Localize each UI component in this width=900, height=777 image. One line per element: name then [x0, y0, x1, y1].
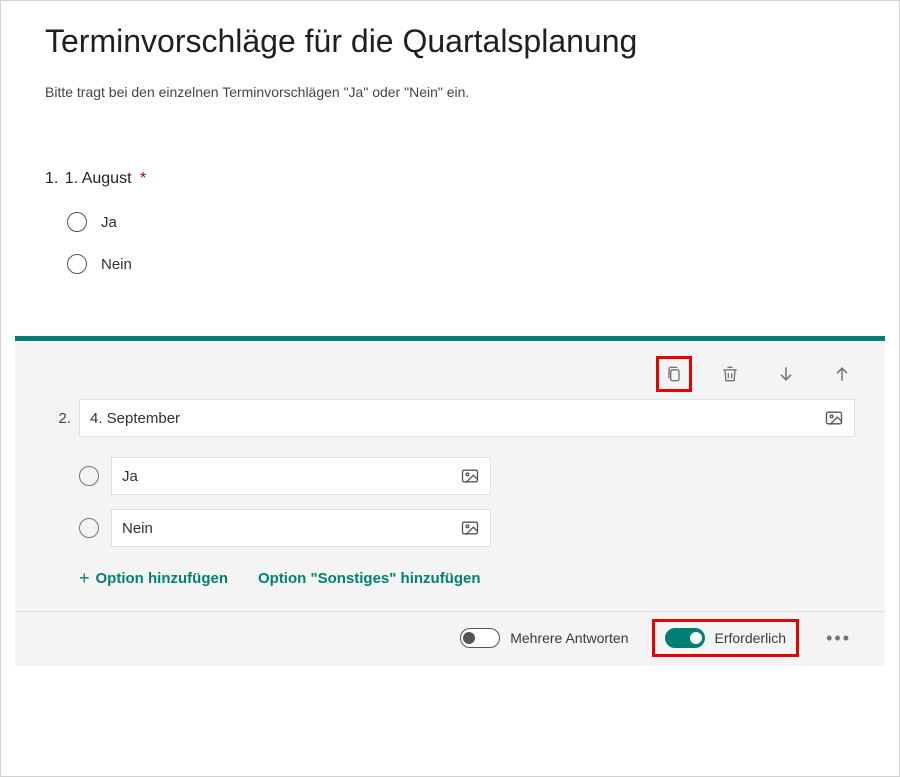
required-star-icon: * — [140, 170, 146, 187]
question-2-option-text: Nein — [122, 520, 153, 537]
required-toggle-group: Erforderlich — [657, 624, 795, 652]
move-down-icon[interactable] — [773, 361, 799, 387]
question-2-option-input[interactable]: Ja — [111, 457, 491, 495]
multiple-answers-toggle-group: Mehrere Antworten — [460, 628, 628, 648]
multiple-answers-label: Mehrere Antworten — [510, 630, 628, 646]
required-label: Erforderlich — [715, 630, 787, 646]
move-up-icon[interactable] — [829, 361, 855, 387]
add-other-label: Option "Sonstiges" hinzufügen — [258, 570, 481, 587]
radio-icon[interactable] — [67, 212, 87, 232]
question-1-number: 1. — [45, 170, 58, 187]
question-2-option: Nein — [79, 509, 855, 547]
multiple-answers-toggle[interactable] — [460, 628, 500, 648]
form-title[interactable]: Terminvorschläge für die Quartalsplanung — [45, 23, 855, 60]
radio-icon — [79, 518, 99, 538]
question-2-number: 2. — [45, 410, 71, 427]
copy-icon[interactable] — [661, 361, 687, 387]
image-icon[interactable] — [460, 518, 480, 538]
add-option-label: Option hinzufügen — [96, 570, 228, 587]
add-option-row: + Option hinzufügen Option "Sonstiges" h… — [79, 569, 855, 587]
add-option-button[interactable]: + Option hinzufügen — [79, 569, 228, 587]
question-2-option: Ja — [79, 457, 855, 495]
question-2-title-row: 2. 4. September — [45, 399, 855, 437]
add-other-button[interactable]: Option "Sonstiges" hinzufügen — [258, 570, 481, 587]
required-toggle[interactable] — [665, 628, 705, 648]
question-footer: Mehrere Antworten Erforderlich ••• — [15, 611, 885, 666]
question-1-title: 1. August — [65, 170, 132, 187]
image-icon[interactable] — [824, 408, 844, 428]
question-1-option: Nein — [67, 254, 855, 274]
question-toolbar — [45, 355, 855, 399]
toggle-knob — [463, 632, 475, 644]
question-2-title-input[interactable]: 4. September — [79, 399, 855, 437]
question-2-title-text: 4. September — [90, 410, 180, 427]
plus-icon: + — [79, 569, 90, 587]
question-1-option-label: Ja — [101, 214, 117, 231]
form-description[interactable]: Bitte tragt bei den einzelnen Terminvors… — [45, 84, 855, 100]
question-1-title-row: 1. 1. August * — [45, 170, 855, 188]
radio-icon[interactable] — [67, 254, 87, 274]
delete-icon[interactable] — [717, 361, 743, 387]
question-2-option-input[interactable]: Nein — [111, 509, 491, 547]
question-1-option: Ja — [67, 212, 855, 232]
question-1[interactable]: 1. 1. August * Ja Nein — [45, 170, 855, 336]
image-icon[interactable] — [460, 466, 480, 486]
question-2-option-text: Ja — [122, 468, 138, 485]
question-2-edit-card: 2. 4. September Ja — [15, 336, 885, 666]
toggle-knob — [690, 632, 702, 644]
question-1-option-label: Nein — [101, 256, 132, 273]
radio-icon — [79, 466, 99, 486]
more-options-icon[interactable]: ••• — [822, 628, 855, 649]
